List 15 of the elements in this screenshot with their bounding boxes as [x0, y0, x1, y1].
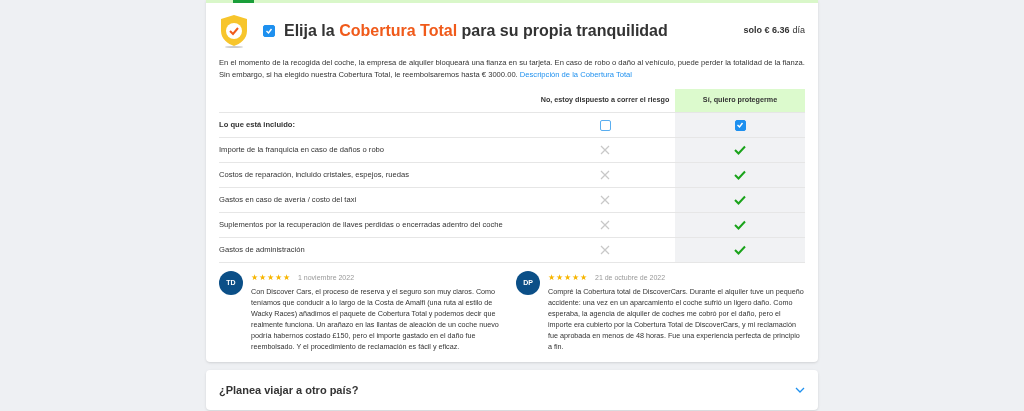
section-title: Elija la Cobertura Total para su propia tranquilidad — [284, 21, 668, 41]
star-rating: ★★★★★ — [251, 274, 290, 282]
star-rating: ★★★★★ — [548, 274, 587, 282]
check-icon — [265, 27, 273, 35]
accordion-header[interactable]: ¿Planea viajar a otro país? — [206, 370, 818, 410]
chevron-icon — [795, 387, 805, 393]
checkbox[interactable] — [599, 119, 611, 131]
price-unit: día — [792, 24, 805, 38]
checkbox[interactable] — [263, 25, 275, 37]
price: solo € 6.36 — [743, 24, 790, 38]
check-icon — [736, 121, 744, 129]
checkbox[interactable] — [734, 119, 746, 131]
accordion-title: ¿Planea viajar a otro país? — [219, 382, 359, 399]
progress-accent — [233, 0, 254, 3]
shield-check-icon — [219, 14, 249, 48]
